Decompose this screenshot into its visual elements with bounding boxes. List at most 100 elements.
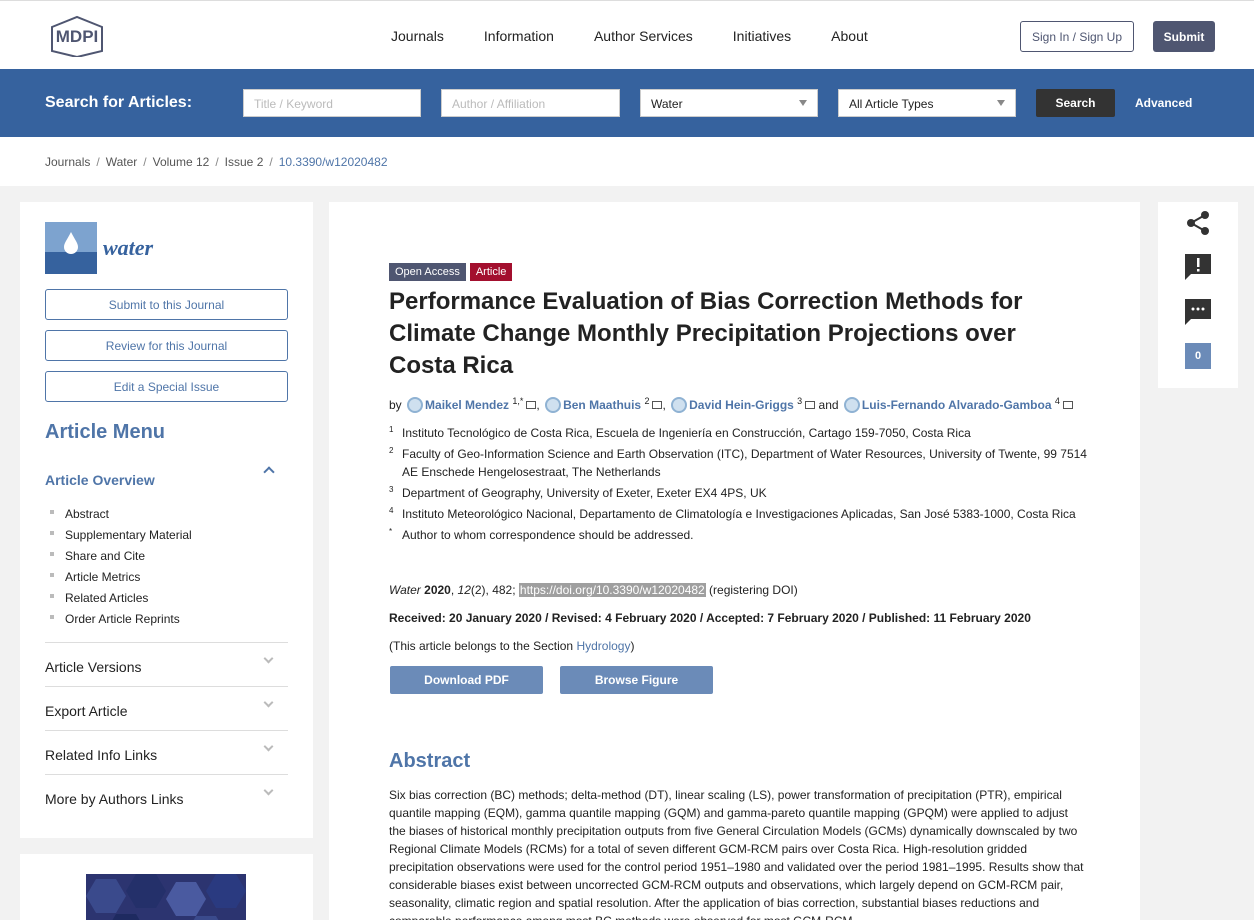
affiliation-list: 1 Instituto Tecnológico de Costa Rica, Es… <box>389 424 1089 547</box>
sidebar-banner-box <box>20 854 313 920</box>
nav-author-services[interactable]: Author Services <box>594 28 693 44</box>
crumb-volume[interactable]: Volume 12 <box>153 155 210 169</box>
article-type-select[interactable]: All Article Types <box>838 89 1016 117</box>
edit-special-issue-button[interactable]: Edit a Special Issue <box>45 371 288 402</box>
crumb-issue[interactable]: Issue 2 <box>225 155 264 169</box>
citation-journal: Water <box>389 583 421 597</box>
article-overview-toggle[interactable]: Article Overview <box>45 472 155 488</box>
export-article-section[interactable]: Export Article <box>45 686 288 730</box>
sign-in-button[interactable]: Sign In / Sign Up <box>1020 21 1134 52</box>
crumb-separator: / <box>96 155 100 169</box>
nav-initiatives[interactable]: Initiatives <box>733 28 791 44</box>
affiliation-item: * Author to whom correspondence should be… <box>389 526 1089 544</box>
citation-year: 2020 <box>424 583 451 597</box>
affiliation-text: Instituto Tecnológico de Costa Rica, Esc… <box>402 426 971 440</box>
author-profile-icon[interactable] <box>545 397 562 413</box>
report-error-icon[interactable] <box>1185 254 1211 280</box>
section-label: Related Info Links <box>45 747 158 763</box>
citation-issue-page: (2), 482; <box>470 583 519 597</box>
author-affiliation-sup: 3 <box>797 396 803 406</box>
overview-item-abstract[interactable]: Abstract <box>50 507 192 528</box>
overview-item-related[interactable]: Related Articles <box>50 591 192 612</box>
affiliation-item: 4 Instituto Meteorológico Nacional, Depar… <box>389 505 1089 523</box>
breadcrumb: Journals / Water / Volume 12 / Issue 2 / 10.3390… <box>0 137 1254 186</box>
affiliation-item: 3 Department of Geography, University of … <box>389 484 1089 502</box>
article-title: Performance Evaluation of Bias Correctio… <box>389 288 1023 379</box>
comments-icon[interactable] <box>1185 299 1211 325</box>
more-by-authors-section[interactable]: More by Authors Links <box>45 774 288 818</box>
author-name[interactable]: Luis-Fernando Alvarado-Gamboa <box>862 398 1052 412</box>
water-journal-logo[interactable]: water <box>45 222 167 274</box>
article-main: Open Access Article Performance Evaluati… <box>329 202 1140 920</box>
crumb-separator: / <box>143 155 147 169</box>
author-profile-icon[interactable] <box>407 397 424 413</box>
review-for-journal-button[interactable]: Review for this Journal <box>45 330 288 361</box>
author-profile-icon[interactable] <box>671 397 688 413</box>
article-type-value: All Article Types <box>849 97 934 111</box>
overview-item-share-cite[interactable]: Share and Cite <box>50 549 192 570</box>
search-label: Search for Articles: <box>45 94 193 111</box>
journal-select[interactable]: Water <box>640 89 818 117</box>
chevron-up-icon[interactable] <box>263 466 275 478</box>
open-access-badge: Open Access <box>389 263 466 281</box>
journal-select-value: Water <box>651 97 683 111</box>
section-label: Export Article <box>45 703 128 719</box>
doi-link[interactable]: https://doi.org/10.3390/w12020482 <box>518 583 706 597</box>
affiliation-text: Author to whom correspondence should be … <box>402 528 694 542</box>
crumb-separator: / <box>215 155 219 169</box>
related-info-links-section[interactable]: Related Info Links <box>45 730 288 774</box>
submit-to-journal-button[interactable]: Submit to this Journal <box>45 289 288 320</box>
keyword-input[interactable]: Title / Keyword <box>243 89 421 117</box>
author-affiliation-sup: 4 <box>1054 396 1060 406</box>
section-label: More by Authors Links <box>45 791 184 807</box>
section-link[interactable]: Hydrology <box>576 639 630 653</box>
email-icon[interactable] <box>652 401 663 409</box>
overview-list: Abstract Supplementary Material Share an… <box>50 507 192 633</box>
citation-volume: 12 <box>457 583 471 597</box>
author-name[interactable]: Ben Maathuis <box>563 398 641 412</box>
share-icon[interactable] <box>1185 210 1211 236</box>
advanced-search-link[interactable]: Advanced <box>1135 96 1192 110</box>
browse-figure-button[interactable]: Browse Figure <box>560 666 713 694</box>
section-note: (This article belongs to the Section Hyd… <box>389 639 634 653</box>
crumb-journals[interactable]: Journals <box>45 155 90 169</box>
crumb-current-doi[interactable]: 10.3390/w12020482 <box>279 155 388 169</box>
affiliation-text: Faculty of Geo-Information Science and E… <box>402 447 1087 479</box>
section-label: Article Versions <box>45 659 142 675</box>
email-icon[interactable] <box>805 401 816 409</box>
svg-text:water: water <box>103 235 154 260</box>
overview-item-reprints[interactable]: Order Article Reprints <box>50 612 192 633</box>
affiliation-num: 2 <box>389 446 394 455</box>
abstract-heading: Abstract <box>389 750 471 772</box>
article-versions-section[interactable]: Article Versions <box>45 642 288 686</box>
nav-journals[interactable]: Journals <box>391 28 444 44</box>
article-badges: Open Access Article <box>389 263 513 281</box>
submit-button[interactable]: Submit <box>1153 21 1215 52</box>
email-icon[interactable] <box>1062 401 1073 409</box>
affiliation-item: 1 Instituto Tecnológico de Costa Rica, Es… <box>389 424 1089 442</box>
download-pdf-button[interactable]: Download PDF <box>390 666 543 694</box>
overview-item-supplementary[interactable]: Supplementary Material <box>50 528 192 549</box>
comment-count-badge[interactable]: 0 <box>1185 343 1211 369</box>
search-button[interactable]: Search <box>1036 89 1115 117</box>
section-prefix: (This article belongs to the Section <box>389 639 577 653</box>
citation-note: (registering DOI) <box>705 583 798 597</box>
author-profile-icon[interactable] <box>843 397 860 413</box>
affiliation-num: 4 <box>389 506 394 515</box>
chevron-down-icon <box>997 100 1005 106</box>
section-suffix: ) <box>630 639 635 653</box>
overview-item-metrics[interactable]: Article Metrics <box>50 570 192 591</box>
chevron-down-icon <box>263 653 274 664</box>
affiliation-num: * <box>389 527 393 536</box>
promo-banner-image[interactable] <box>86 874 246 920</box>
nav-about[interactable]: About <box>831 28 868 44</box>
author-name[interactable]: David Hein-Griggs <box>689 398 794 412</box>
email-icon[interactable] <box>526 401 537 409</box>
author-name[interactable]: Maikel Mendez <box>425 398 509 412</box>
affiliation-num: 1 <box>389 425 394 434</box>
nav-information[interactable]: Information <box>484 28 554 44</box>
mdpi-logo[interactable]: MDPI <box>44 15 110 57</box>
author-input[interactable]: Author / Affiliation <box>441 89 620 117</box>
affiliation-text: Instituto Meteorológico Nacional, Depart… <box>402 507 1076 521</box>
crumb-water[interactable]: Water <box>106 155 138 169</box>
